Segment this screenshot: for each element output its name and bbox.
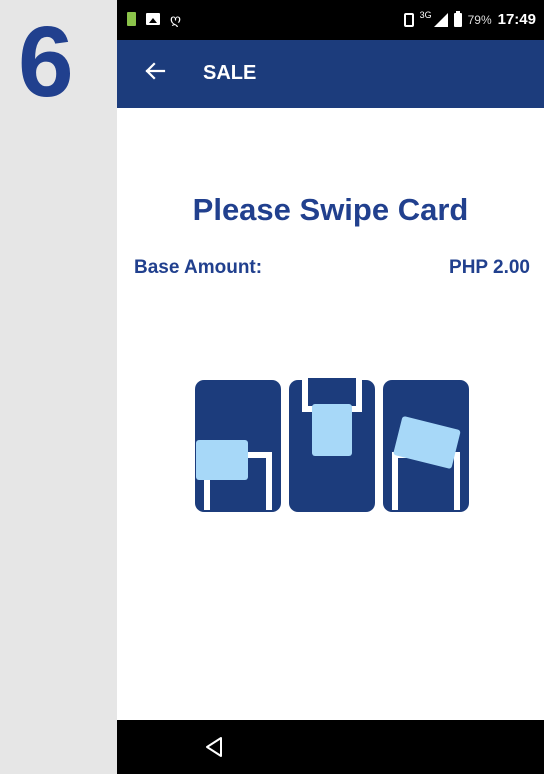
image-icon: [146, 13, 160, 25]
card-methods-illustration: [195, 378, 469, 519]
swipe-prompt: Please Swipe Card: [192, 192, 469, 227]
nav-back-icon[interactable]: [201, 734, 227, 760]
network-type: 3G: [419, 9, 432, 20]
card-insert-icon: [289, 378, 375, 512]
status-bar-notifications: ღ: [127, 12, 181, 26]
signal-icon: [433, 12, 448, 27]
page-title: SALE: [203, 62, 257, 84]
status-bar: ღ 3G 79% 17:49: [117, 0, 544, 40]
battery-percent: 79%: [467, 12, 492, 27]
card-tap-icon: [383, 380, 469, 512]
phone-screen: ღ 3G 79% 17:49 SALE Please Swipe Card Ba…: [117, 0, 544, 774]
back-arrow-icon[interactable]: [141, 60, 169, 88]
status-bar-system: 3G 79% 17:49: [403, 9, 536, 28]
base-amount-label: Base Amount:: [134, 257, 263, 278]
notification-green-icon: [127, 12, 136, 26]
vibrate-icon: [403, 12, 414, 27]
clock: 17:49: [497, 11, 536, 28]
card-swipe-icon: [195, 380, 281, 512]
app-bar: SALE: [117, 40, 544, 108]
navigation-bar: [117, 720, 544, 774]
step-number: 6: [18, 6, 74, 118]
battery-icon: [453, 10, 462, 27]
bird-icon: ღ: [170, 11, 182, 27]
back-arrow-glyph: [145, 62, 166, 80]
base-amount-value: PHP 2.00: [449, 257, 530, 278]
